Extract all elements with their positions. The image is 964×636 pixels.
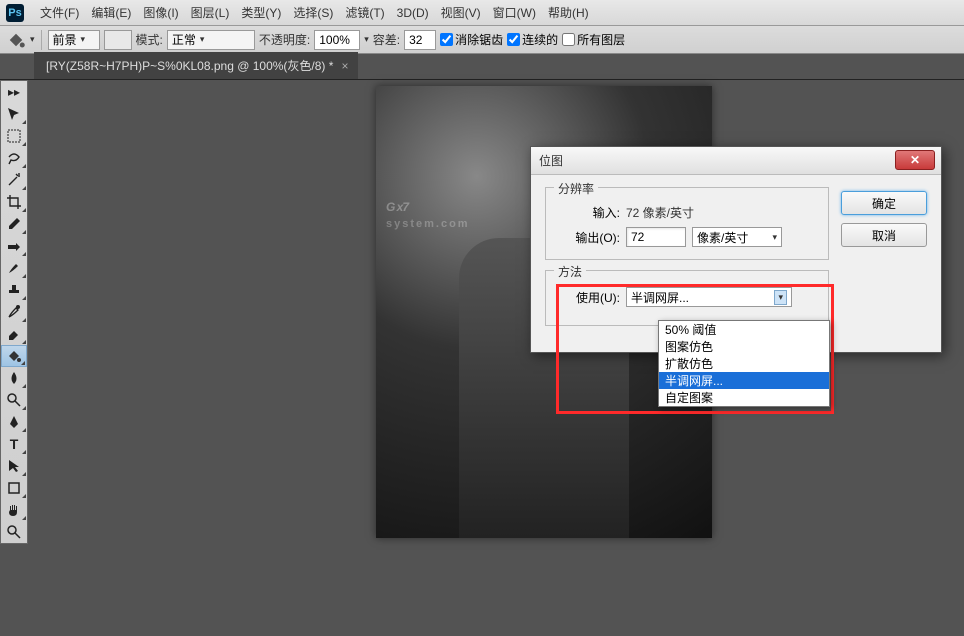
zoom-tool-icon[interactable] <box>1 521 27 543</box>
hand-tool-icon[interactable] <box>1 499 27 521</box>
dropdown-option-halftone[interactable]: 半调网屏... <box>659 372 829 389</box>
stamp-tool-icon[interactable] <box>1 279 27 301</box>
pen-tool-icon[interactable] <box>1 411 27 433</box>
preset-caret-icon[interactable]: ▾ <box>30 34 35 45</box>
heal-tool-icon[interactable] <box>1 235 27 257</box>
separator <box>41 30 42 50</box>
app-logo: Ps <box>6 4 24 22</box>
method-fieldset: 方法 使用(U): 半调网屏... ▾ <box>545 270 829 326</box>
ok-button[interactable]: 确定 <box>841 191 927 215</box>
pattern-swatch[interactable] <box>104 30 132 50</box>
path-select-tool-icon[interactable] <box>1 455 27 477</box>
menu-image[interactable]: 图像(I) <box>137 4 184 21</box>
input-res-label: 输入: <box>558 204 620 221</box>
caret-icon: ▾ <box>774 290 787 305</box>
antialias-checkbox[interactable]: 消除锯齿 <box>440 31 503 48</box>
caret-icon: ▾ <box>81 34 86 45</box>
opacity-label: 不透明度: <box>259 31 310 48</box>
history-brush-tool-icon[interactable] <box>1 301 27 323</box>
blur-tool-icon[interactable] <box>1 367 27 389</box>
expand-handle-icon[interactable]: ▸▸ <box>1 81 27 103</box>
use-dropdown-list: 50% 阈值 图案仿色 扩散仿色 半调网屏... 自定图案 <box>658 320 830 407</box>
menu-view[interactable]: 视图(V) <box>435 4 487 21</box>
method-legend: 方法 <box>554 263 586 280</box>
document-tab-bar: [RY(Z58R~H7PH)P~S%0KL08.png @ 100%(灰色/8)… <box>0 54 964 80</box>
output-res-input[interactable]: 72 <box>626 227 686 247</box>
close-tab-icon[interactable]: × <box>341 59 348 73</box>
dodge-tool-icon[interactable] <box>1 389 27 411</box>
crop-tool-icon[interactable] <box>1 191 27 213</box>
dialog-titlebar[interactable]: 位图 ✕ <box>531 147 941 175</box>
input-res-value: 72 像素/英寸 <box>626 204 694 221</box>
resolution-legend: 分辨率 <box>554 180 598 197</box>
output-unit-dropdown[interactable]: 像素/英寸 ▾ <box>692 227 782 247</box>
menu-layer[interactable]: 图层(L) <box>185 4 236 21</box>
menu-help[interactable]: 帮助(H) <box>542 4 595 21</box>
caret-icon: ▾ <box>200 34 205 45</box>
use-dropdown[interactable]: 半调网屏... ▾ <box>626 287 792 307</box>
contiguous-checkbox[interactable]: 连续的 <box>507 31 558 48</box>
bucket-tool-icon[interactable] <box>1 345 27 367</box>
menu-file[interactable]: 文件(F) <box>34 4 85 21</box>
mode-label: 模式: <box>136 31 163 48</box>
menu-filter[interactable]: 滤镜(T) <box>339 4 390 21</box>
menu-select[interactable]: 选择(S) <box>287 4 339 21</box>
type-tool-icon[interactable]: T <box>1 433 27 455</box>
mode-dropdown[interactable]: 正常 ▾ <box>167 30 255 50</box>
document-tab-title: [RY(Z58R~H7PH)P~S%0KL08.png @ 100%(灰色/8)… <box>46 57 333 74</box>
brush-tool-icon[interactable] <box>1 257 27 279</box>
marquee-tool-icon[interactable] <box>1 125 27 147</box>
toolbox: ▸▸ T <box>0 80 28 544</box>
opacity-input[interactable]: 100% <box>314 30 360 50</box>
move-tool-icon[interactable] <box>1 103 27 125</box>
menu-edit[interactable]: 编辑(E) <box>85 4 137 21</box>
menu-window[interactable]: 窗口(W) <box>487 4 542 21</box>
menu-3d[interactable]: 3D(D) <box>391 6 435 20</box>
dropdown-option-custom[interactable]: 自定图案 <box>659 389 829 406</box>
eraser-tool-icon[interactable] <box>1 323 27 345</box>
output-res-label: 输出(O): <box>558 229 620 246</box>
document-tab[interactable]: [RY(Z58R~H7PH)P~S%0KL08.png @ 100%(灰色/8)… <box>34 52 358 79</box>
resolution-fieldset: 分辨率 输入: 72 像素/英寸 输出(O): 72 像素/英寸 ▾ <box>545 187 829 260</box>
tolerance-label: 容差: <box>373 31 400 48</box>
bucket-tool-preset-icon[interactable] <box>6 30 26 50</box>
menu-type[interactable]: 类型(Y) <box>235 4 287 21</box>
shape-tool-icon[interactable] <box>1 477 27 499</box>
close-icon: ✕ <box>910 153 920 167</box>
caret-icon: ▾ <box>772 232 777 243</box>
options-bar: ▾ 前景 ▾ 模式: 正常 ▾ 不透明度: 100% ▾ 容差: 32 消除锯齿… <box>0 26 964 54</box>
mode-value: 正常 <box>172 31 196 48</box>
dropdown-option-pattern[interactable]: 图案仿色 <box>659 338 829 355</box>
lasso-tool-icon[interactable] <box>1 147 27 169</box>
cancel-button[interactable]: 取消 <box>841 223 927 247</box>
watermark: G x7 system.com <box>386 186 470 230</box>
fill-source-dropdown[interactable]: 前景 ▾ <box>48 30 100 50</box>
menu-bar: Ps 文件(F) 编辑(E) 图像(I) 图层(L) 类型(Y) 选择(S) 滤… <box>0 0 964 26</box>
alllayers-checkbox[interactable]: 所有图层 <box>562 31 625 48</box>
eyedropper-tool-icon[interactable] <box>1 213 27 235</box>
dialog-close-button[interactable]: ✕ <box>895 150 935 170</box>
dropdown-option-diffusion[interactable]: 扩散仿色 <box>659 355 829 372</box>
tolerance-input[interactable]: 32 <box>404 30 436 50</box>
fill-source-label: 前景 <box>53 31 77 48</box>
dialog-title: 位图 <box>539 152 563 169</box>
caret-icon[interactable]: ▾ <box>364 34 369 45</box>
dropdown-option-threshold[interactable]: 50% 阈值 <box>659 321 829 338</box>
wand-tool-icon[interactable] <box>1 169 27 191</box>
use-label: 使用(U): <box>558 289 620 306</box>
